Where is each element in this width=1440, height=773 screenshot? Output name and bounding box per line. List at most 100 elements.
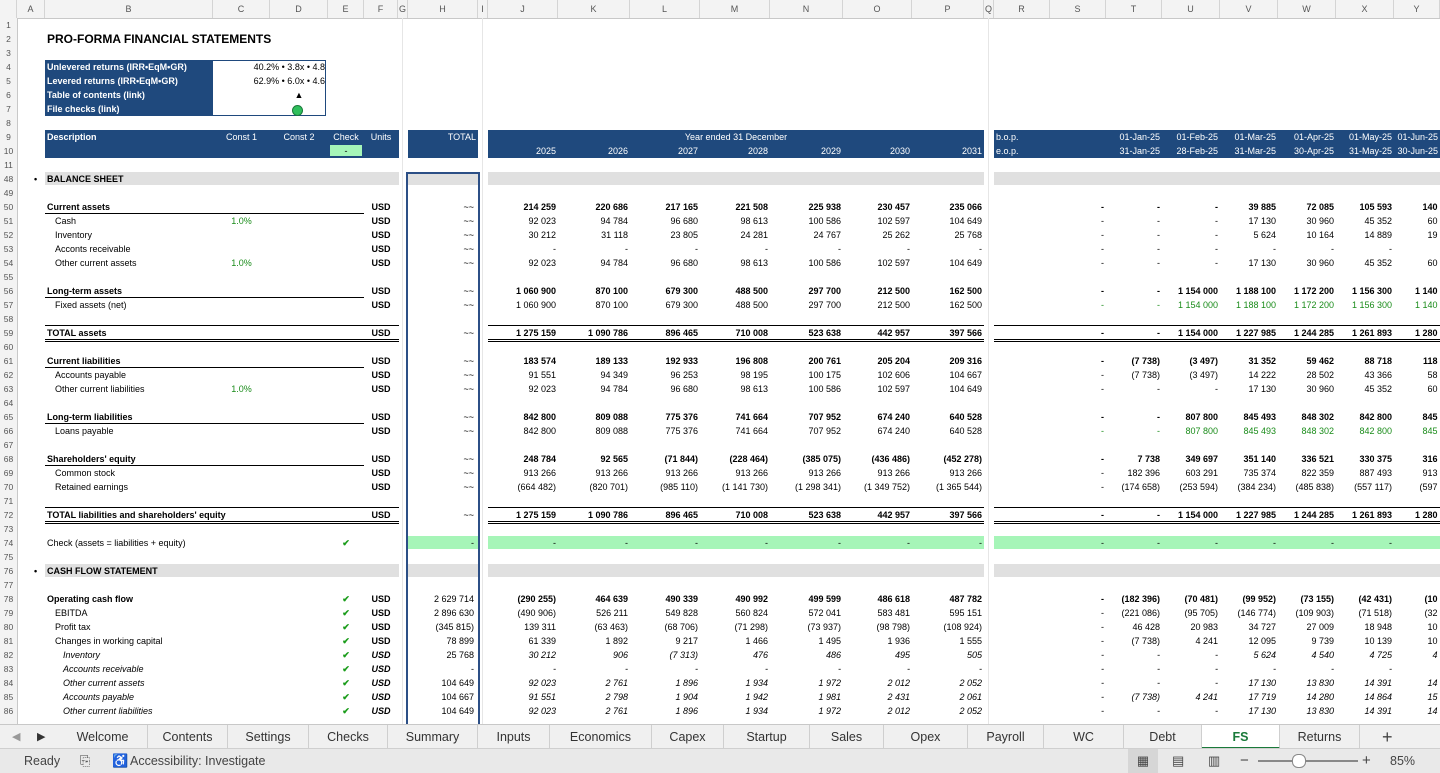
line-month-4-row-68[interactable]: 336 521 [1278, 452, 1334, 466]
line-year-2030-row-74[interactable]: - [843, 536, 910, 550]
column-header-W[interactable]: W [1278, 0, 1336, 18]
row-header-48[interactable]: 48 [0, 172, 17, 186]
add-sheet-button[interactable]: + [1382, 725, 1393, 749]
line-year-2029-row-66[interactable]: 707 952 [770, 424, 841, 438]
line-month-6-row-74[interactable]: - [1394, 536, 1440, 550]
line-month-2-row-51[interactable]: - [1162, 214, 1218, 228]
page-break-icon[interactable]: ▥ [1208, 749, 1220, 773]
column-header-F[interactable]: F [364, 0, 398, 18]
line-month-6-row-84[interactable]: 14 78 [1394, 676, 1440, 690]
line-month-2-row-54[interactable]: - [1162, 256, 1218, 270]
line-year-2028-row-83[interactable]: - [700, 662, 768, 676]
row-header-63[interactable]: 63 [0, 382, 17, 396]
line-month-1-row-57[interactable]: - [1106, 298, 1160, 312]
line-month-3-row-59[interactable]: 1 227 985 [1220, 326, 1276, 340]
line-month-1-row-51[interactable]: - [1106, 214, 1160, 228]
line-month-3-row-57[interactable]: 1 188 100 [1220, 298, 1276, 312]
line-month-6-row-62[interactable]: 58 63 [1394, 368, 1440, 382]
line-year-2026-row-81[interactable]: 1 892 [558, 634, 628, 648]
line-year-2025-row-74[interactable]: - [488, 536, 556, 550]
line-const1-row-54[interactable]: 1.0% [213, 256, 270, 270]
line-month-3-row-52[interactable]: 5 624 [1220, 228, 1276, 242]
line-year-2027-row-74[interactable]: - [630, 536, 698, 550]
line-month-1-row-72[interactable]: - [1106, 508, 1160, 522]
tab-settings[interactable]: Settings [228, 725, 309, 749]
line-month-5-row-59[interactable]: 1 261 893 [1336, 326, 1392, 340]
line-year-2031-row-80[interactable]: (108 924) [912, 620, 982, 634]
line-year-2026-row-68[interactable]: 92 565 [558, 452, 628, 466]
line-year-2027-row-82[interactable]: (7 313) [630, 648, 698, 662]
line-month-1-row-74[interactable]: - [1106, 536, 1160, 550]
line-year-2028-row-80[interactable]: (71 298) [700, 620, 768, 634]
line-month-4-row-83[interactable]: - [1278, 662, 1334, 676]
line-year-2025-row-85[interactable]: 91 551 [488, 690, 556, 704]
line-year-2026-row-79[interactable]: 526 211 [558, 606, 628, 620]
line-year-2029-row-79[interactable]: 572 041 [770, 606, 841, 620]
line-month-5-row-56[interactable]: 1 156 300 [1336, 284, 1392, 298]
tab-capex[interactable]: Capex [652, 725, 724, 749]
line-year-2031-row-61[interactable]: 209 316 [912, 354, 982, 368]
line-month-4-row-85[interactable]: 14 280 [1278, 690, 1334, 704]
line-month-6-row-54[interactable]: 60 13 [1394, 256, 1440, 270]
line-month-4-row-57[interactable]: 1 172 200 [1278, 298, 1334, 312]
line-year-2025-row-70[interactable]: (664 482) [488, 480, 556, 494]
tab-summary[interactable]: Summary [388, 725, 478, 749]
line-year-2025-row-69[interactable]: 913 266 [488, 466, 556, 480]
tab-fs[interactable]: FS [1202, 725, 1280, 749]
column-header-M[interactable]: M [700, 0, 770, 18]
line-year-2027-row-80[interactable]: (68 706) [630, 620, 698, 634]
line-month-4-row-53[interactable]: - [1278, 242, 1334, 256]
column-header-S[interactable]: S [1050, 0, 1106, 18]
line-month-1-row-66[interactable]: - [1106, 424, 1160, 438]
line-month-3-row-53[interactable]: - [1220, 242, 1276, 256]
line-year-2028-row-50[interactable]: 221 508 [700, 200, 768, 214]
line-year-2026-row-70[interactable]: (820 701) [558, 480, 628, 494]
line-month-2-row-52[interactable]: - [1162, 228, 1218, 242]
row-header-70[interactable]: 70 [0, 480, 17, 494]
row-header-6[interactable]: 6 [0, 88, 17, 102]
line-month-0-row-80[interactable]: - [1050, 620, 1104, 634]
row-header-67[interactable]: 67 [0, 438, 17, 452]
line-year-2028-row-84[interactable]: 1 934 [700, 676, 768, 690]
line-month-6-row-53[interactable]: - [1394, 242, 1440, 256]
line-month-1-row-78[interactable]: (182 396) [1106, 592, 1160, 606]
zoom-slider-thumb[interactable] [1292, 754, 1306, 768]
row-header-52[interactable]: 52 [0, 228, 17, 242]
row-header-4[interactable]: 4 [0, 60, 17, 74]
line-year-2027-row-54[interactable]: 96 680 [630, 256, 698, 270]
line-year-2031-row-70[interactable]: (1 365 544) [912, 480, 982, 494]
line-month-6-row-79[interactable]: (32 06 [1394, 606, 1440, 620]
row-header-58[interactable]: 58 [0, 312, 17, 326]
line-year-2028-row-86[interactable]: 1 934 [700, 704, 768, 718]
line-year-2025-row-79[interactable]: (490 906) [488, 606, 556, 620]
line-year-2029-row-80[interactable]: (73 937) [770, 620, 841, 634]
line-year-2031-row-50[interactable]: 235 066 [912, 200, 982, 214]
line-year-2027-row-78[interactable]: 490 339 [630, 592, 698, 606]
line-month-6-row-52[interactable]: 19 74 [1394, 228, 1440, 242]
unlevered-returns-label[interactable]: Unlevered returns (IRR•EqM•GR) [47, 60, 213, 74]
line-month-5-row-50[interactable]: 105 593 [1336, 200, 1392, 214]
line-month-2-row-83[interactable]: - [1162, 662, 1218, 676]
column-header-C[interactable]: C [213, 0, 270, 18]
line-year-2029-row-52[interactable]: 24 767 [770, 228, 841, 242]
column-header-B[interactable]: B [45, 0, 213, 18]
line-month-1-row-69[interactable]: 182 396 [1106, 466, 1160, 480]
line-month-5-row-84[interactable]: 14 391 [1336, 676, 1392, 690]
line-month-1-row-82[interactable]: - [1106, 648, 1160, 662]
column-header-E[interactable]: E [328, 0, 364, 18]
line-year-2029-row-68[interactable]: (385 075) [770, 452, 841, 466]
line-year-2027-row-83[interactable]: - [630, 662, 698, 676]
line-month-3-row-56[interactable]: 1 188 100 [1220, 284, 1276, 298]
line-year-2028-row-81[interactable]: 1 466 [700, 634, 768, 648]
line-month-0-row-79[interactable]: - [1050, 606, 1104, 620]
line-year-2025-row-50[interactable]: 214 259 [488, 200, 556, 214]
line-year-2031-row-51[interactable]: 104 649 [912, 214, 982, 228]
column-header-O[interactable]: O [843, 0, 912, 18]
line-month-3-row-62[interactable]: 14 222 [1220, 368, 1276, 382]
line-month-6-row-50[interactable]: 140 01 [1394, 200, 1440, 214]
line-month-1-row-62[interactable]: (7 738) [1106, 368, 1160, 382]
row-header-68[interactable]: 68 [0, 452, 17, 466]
line-month-3-row-83[interactable]: - [1220, 662, 1276, 676]
line-month-0-row-62[interactable]: - [1050, 368, 1104, 382]
row-header-82[interactable]: 82 [0, 648, 17, 662]
